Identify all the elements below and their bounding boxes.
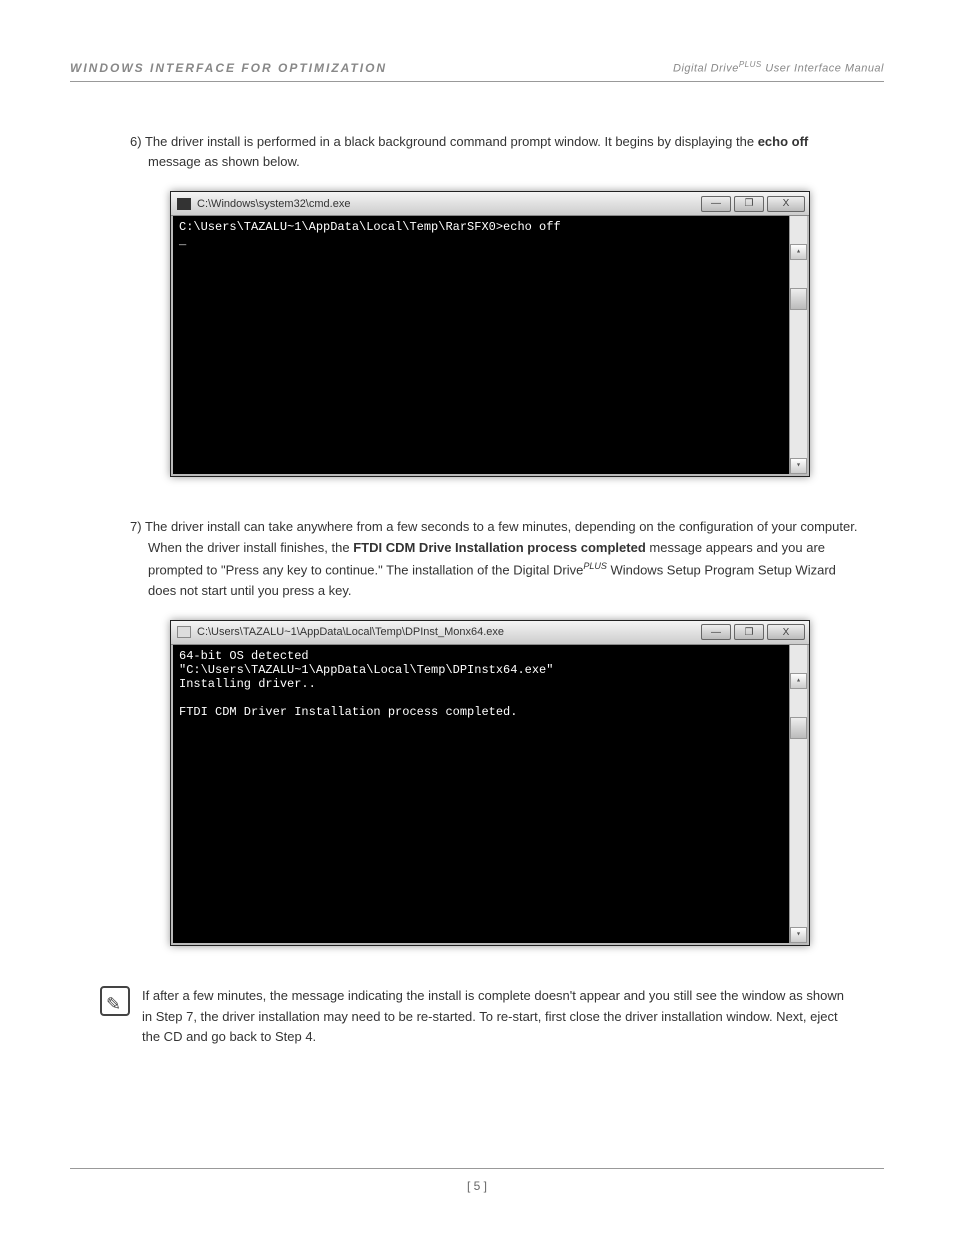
- cmd-window-1: C:\Windows\system32\cmd.exe — ❐ X C:\Use…: [170, 191, 810, 477]
- page-number: [ 5 ]: [467, 1179, 487, 1193]
- window-title: C:\Windows\system32\cmd.exe: [197, 198, 350, 210]
- close-button[interactable]: X: [767, 624, 805, 640]
- scrollbar[interactable]: ▴ ▾: [789, 216, 807, 474]
- scroll-down-icon[interactable]: ▾: [790, 458, 807, 474]
- scroll-down-icon[interactable]: ▾: [790, 927, 807, 943]
- titlebar: C:\Windows\system32\cmd.exe — ❐ X: [171, 192, 809, 216]
- step-6-text: 6) The driver install is performed in a …: [130, 132, 864, 174]
- scroll-thumb[interactable]: [790, 717, 807, 739]
- page-header: WINDOWS INTERFACE FOR OPTIMIZATION Digit…: [70, 60, 884, 82]
- window-title: C:\Users\TAZALU~1\AppData\Local\Temp\DPI…: [197, 626, 504, 638]
- minimize-button[interactable]: —: [701, 624, 731, 640]
- scroll-up-icon[interactable]: ▴: [790, 673, 807, 689]
- note-block: If after a few minutes, the message indi…: [100, 986, 864, 1048]
- page-footer: [ 5 ]: [70, 1168, 884, 1193]
- scroll-thumb[interactable]: [790, 288, 807, 310]
- note-text: If after a few minutes, the message indi…: [142, 986, 854, 1048]
- app-icon: [177, 626, 191, 638]
- header-section-title: WINDOWS INTERFACE FOR OPTIMIZATION: [70, 61, 387, 75]
- cmd-icon: [177, 198, 191, 210]
- minimize-button[interactable]: —: [701, 196, 731, 212]
- cmd-body: 64-bit OS detected "C:\Users\TAZALU~1\Ap…: [171, 645, 809, 945]
- scrollbar[interactable]: ▴ ▾: [789, 645, 807, 943]
- header-manual-title: Digital DrivePLUS User Interface Manual: [673, 60, 884, 75]
- page-content: 6) The driver install is performed in a …: [70, 132, 884, 1049]
- maximize-button[interactable]: ❐: [734, 624, 764, 640]
- scroll-up-icon[interactable]: ▴: [790, 244, 807, 260]
- cmd-body: C:\Users\TAZALU~1\AppData\Local\Temp\Rar…: [171, 216, 809, 476]
- maximize-button[interactable]: ❐: [734, 196, 764, 212]
- step-7-text: 7) The driver install can take anywhere …: [130, 517, 864, 602]
- close-button[interactable]: X: [767, 196, 805, 212]
- titlebar: C:\Users\TAZALU~1\AppData\Local\Temp\DPI…: [171, 621, 809, 645]
- note-icon: [100, 986, 130, 1016]
- cmd-window-2: C:\Users\TAZALU~1\AppData\Local\Temp\DPI…: [170, 620, 810, 946]
